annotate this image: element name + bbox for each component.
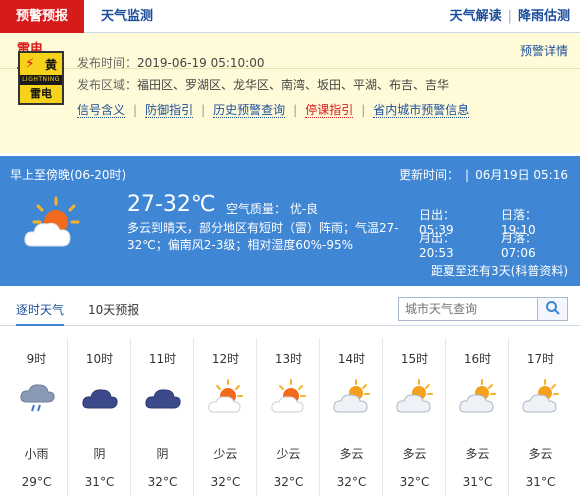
issue-time-line: 发布时间：2019-06-19 05:10:00 bbox=[77, 54, 264, 71]
top-right-links: 天气解读 | 降雨估测 bbox=[450, 0, 570, 33]
badge-english: LIGHTNING bbox=[20, 75, 62, 85]
badge-level: 黄 bbox=[44, 57, 57, 72]
tab-weather-monitor[interactable]: 天气监测 bbox=[101, 0, 153, 33]
hour-temperature: 32°C bbox=[273, 475, 304, 489]
hour-label: 12时 bbox=[211, 352, 240, 366]
hour-condition: 少云 bbox=[276, 447, 301, 461]
update-time-value: 06月19日 05:16 bbox=[475, 168, 568, 182]
hour-label: 13时 bbox=[274, 352, 303, 366]
hourly-column: 9时小雨 29°C bbox=[5, 338, 68, 496]
hour-condition: 多云 bbox=[339, 447, 364, 461]
partly-sunny-icon bbox=[20, 194, 86, 254]
badge-name: 雷电 bbox=[30, 87, 52, 100]
hour-temperature: 31°C bbox=[462, 475, 493, 489]
search-button[interactable] bbox=[538, 297, 568, 321]
hour-temperature: 32°C bbox=[336, 475, 367, 489]
hourly-column: 12时少云 32°C bbox=[194, 338, 257, 496]
hour-temperature: 31°C bbox=[84, 475, 115, 489]
sunrise-time: 日出：05:39 bbox=[419, 208, 456, 237]
sun-moon-times: 日出：05:39 日落：19:10 月出：20:53 月落：07:06 bbox=[419, 206, 571, 260]
history-warning-link[interactable]: 历史预警查询 bbox=[213, 103, 286, 118]
hourly-column: 13时少云 32°C bbox=[257, 338, 320, 496]
defense-guide-link[interactable]: 防御指引 bbox=[145, 103, 194, 118]
hour-label: 15时 bbox=[400, 352, 429, 366]
divider: | bbox=[507, 9, 512, 24]
warning-links: 信号含义 | 防御指引 | 历史预警查询 | 停课指引 | 省内城市预警信息 bbox=[77, 103, 470, 118]
hour-condition: 小雨 bbox=[24, 447, 49, 461]
hour-condition: 阴 bbox=[156, 447, 169, 461]
mostly-cloudy-icon bbox=[521, 378, 561, 418]
forecast-period: 早上至傍晚(06-20时) bbox=[10, 168, 127, 182]
issue-time-value: 2019-06-19 05:10:00 bbox=[137, 56, 265, 70]
rain-cloud-icon bbox=[17, 378, 57, 418]
area-value: 福田区、罗湖区、龙华区、南湾、坂田、平湖、布吉、吉华 bbox=[137, 78, 450, 92]
hourly-column: 16时多云 31°C bbox=[446, 338, 509, 496]
area-label: 发布区域： bbox=[77, 78, 138, 92]
tab-warning-forecast[interactable]: 预警预报 bbox=[0, 0, 84, 33]
hour-label: 10时 bbox=[85, 352, 114, 366]
hour-condition: 多云 bbox=[528, 447, 553, 461]
lightning-bolt-icon: ⚡ bbox=[25, 56, 35, 72]
rainfall-estimate-link[interactable]: 降雨估测 bbox=[518, 9, 570, 24]
tab-10-day-forecast[interactable]: 10天预报 bbox=[88, 298, 139, 326]
sunset-time: 日落：19:10 bbox=[501, 208, 538, 237]
provincial-warning-link[interactable]: 省内城市预警信息 bbox=[373, 103, 470, 118]
solar-term-note-link[interactable]: 距夏至还有3天(科普资料) bbox=[431, 262, 568, 279]
forecast-temperature: 27-32℃ bbox=[127, 192, 216, 217]
mostly-cloudy-icon bbox=[332, 378, 372, 418]
overcast-cloud-icon bbox=[80, 378, 120, 418]
daily-forecast-panel: 早上至傍晚(06-20时) 27-32℃ 空气质量： 优-良 多云到晴天，部分地… bbox=[0, 156, 580, 286]
tab-hourly-weather[interactable]: 逐时天气 bbox=[16, 298, 65, 326]
mostly-cloudy-icon bbox=[458, 378, 498, 418]
partly-sunny-icon bbox=[269, 378, 309, 418]
hourly-column: 17时多云 31°C bbox=[509, 338, 572, 496]
hour-condition: 少云 bbox=[213, 447, 238, 461]
hour-label: 9时 bbox=[26, 352, 47, 366]
hourly-column: 10时阴 31°C bbox=[68, 338, 131, 496]
city-weather-search-input[interactable] bbox=[398, 297, 538, 321]
overcast-cloud-icon bbox=[143, 378, 183, 418]
hourly-column: 14时多云 32°C bbox=[320, 338, 383, 496]
hour-temperature: 31°C bbox=[525, 475, 556, 489]
moonrise-time: 月出：20:53 bbox=[419, 231, 456, 260]
signal-meaning-link[interactable]: 信号含义 bbox=[77, 103, 126, 118]
hourly-column: 11时阴 32°C bbox=[131, 338, 194, 496]
partly-sunny-icon bbox=[206, 378, 246, 418]
hour-label: 16时 bbox=[463, 352, 492, 366]
warning-panel: 雷电 预警详情 bbox=[0, 33, 580, 153]
area-line: 发布区域：福田区、罗湖区、龙华区、南湾、坂田、平湖、布吉、吉华 bbox=[77, 76, 449, 93]
lightning-warning-badge[interactable]: ⚡ 黄 LIGHTNING 雷电 bbox=[18, 51, 64, 105]
hourly-column: 15时多云 32°C bbox=[383, 338, 446, 496]
forecast-description: 多云到晴天，部分地区有短时（雷）阵雨；气温27-32℃；偏南风2-3级；相对湿度… bbox=[127, 221, 399, 252]
mostly-cloudy-icon bbox=[395, 378, 435, 418]
weather-interpretation-link[interactable]: 天气解读 bbox=[450, 9, 502, 24]
hour-label: 14时 bbox=[337, 352, 366, 366]
update-time: 更新时间： | 06月19日 05:16 bbox=[399, 168, 568, 182]
hour-label: 17时 bbox=[526, 352, 555, 366]
moonset-time: 月落：07:06 bbox=[501, 231, 538, 260]
hour-condition: 多云 bbox=[465, 447, 490, 461]
hour-condition: 阴 bbox=[93, 447, 106, 461]
hour-temperature: 32°C bbox=[210, 475, 241, 489]
hour-temperature: 29°C bbox=[21, 475, 52, 489]
issue-time-label: 发布时间： bbox=[77, 56, 138, 70]
hour-temperature: 32°C bbox=[147, 475, 178, 489]
hourly-forecast: 9时小雨 29°C 10时阴 31°C 11时阴 32°C 12时少云 32°C 13时少云 32… bbox=[0, 338, 580, 500]
air-quality: 空气质量： 优-良 bbox=[226, 202, 319, 216]
search-icon bbox=[545, 300, 561, 319]
top-nav: 预警预报 天气监测 天气解读 | 降雨估测 bbox=[0, 0, 580, 33]
hour-condition: 多云 bbox=[402, 447, 427, 461]
hour-label: 11时 bbox=[148, 352, 177, 366]
class-suspension-link[interactable]: 停课指引 bbox=[305, 103, 354, 118]
warning-detail-link[interactable]: 预警详情 bbox=[520, 33, 568, 69]
hour-temperature: 32°C bbox=[399, 475, 430, 489]
